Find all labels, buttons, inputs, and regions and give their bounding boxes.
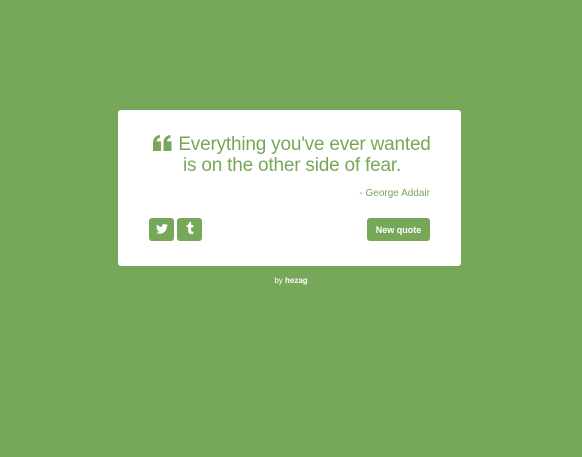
footer-by-label: by: [274, 276, 283, 285]
quote-author: - George Addair: [359, 188, 430, 199]
quote-text-block: Everything you've ever wanted is on the …: [146, 134, 438, 176]
new-quote-button[interactable]: New quote: [367, 218, 430, 241]
tweet-quote-button[interactable]: [149, 218, 174, 241]
footer-author-link[interactable]: hezag: [285, 276, 308, 285]
twitter-icon: [155, 221, 168, 239]
tumblr-quote-button[interactable]: [177, 218, 202, 241]
tumblr-icon: [186, 221, 194, 239]
footer-credit: by hezag: [0, 276, 582, 285]
page: Everything you've ever wanted is on the …: [0, 0, 582, 457]
quote-box: Everything you've ever wanted is on the …: [118, 110, 461, 266]
quote-left-icon: [153, 135, 172, 151]
quote-text: Everything you've ever wanted is on the …: [178, 134, 431, 176]
